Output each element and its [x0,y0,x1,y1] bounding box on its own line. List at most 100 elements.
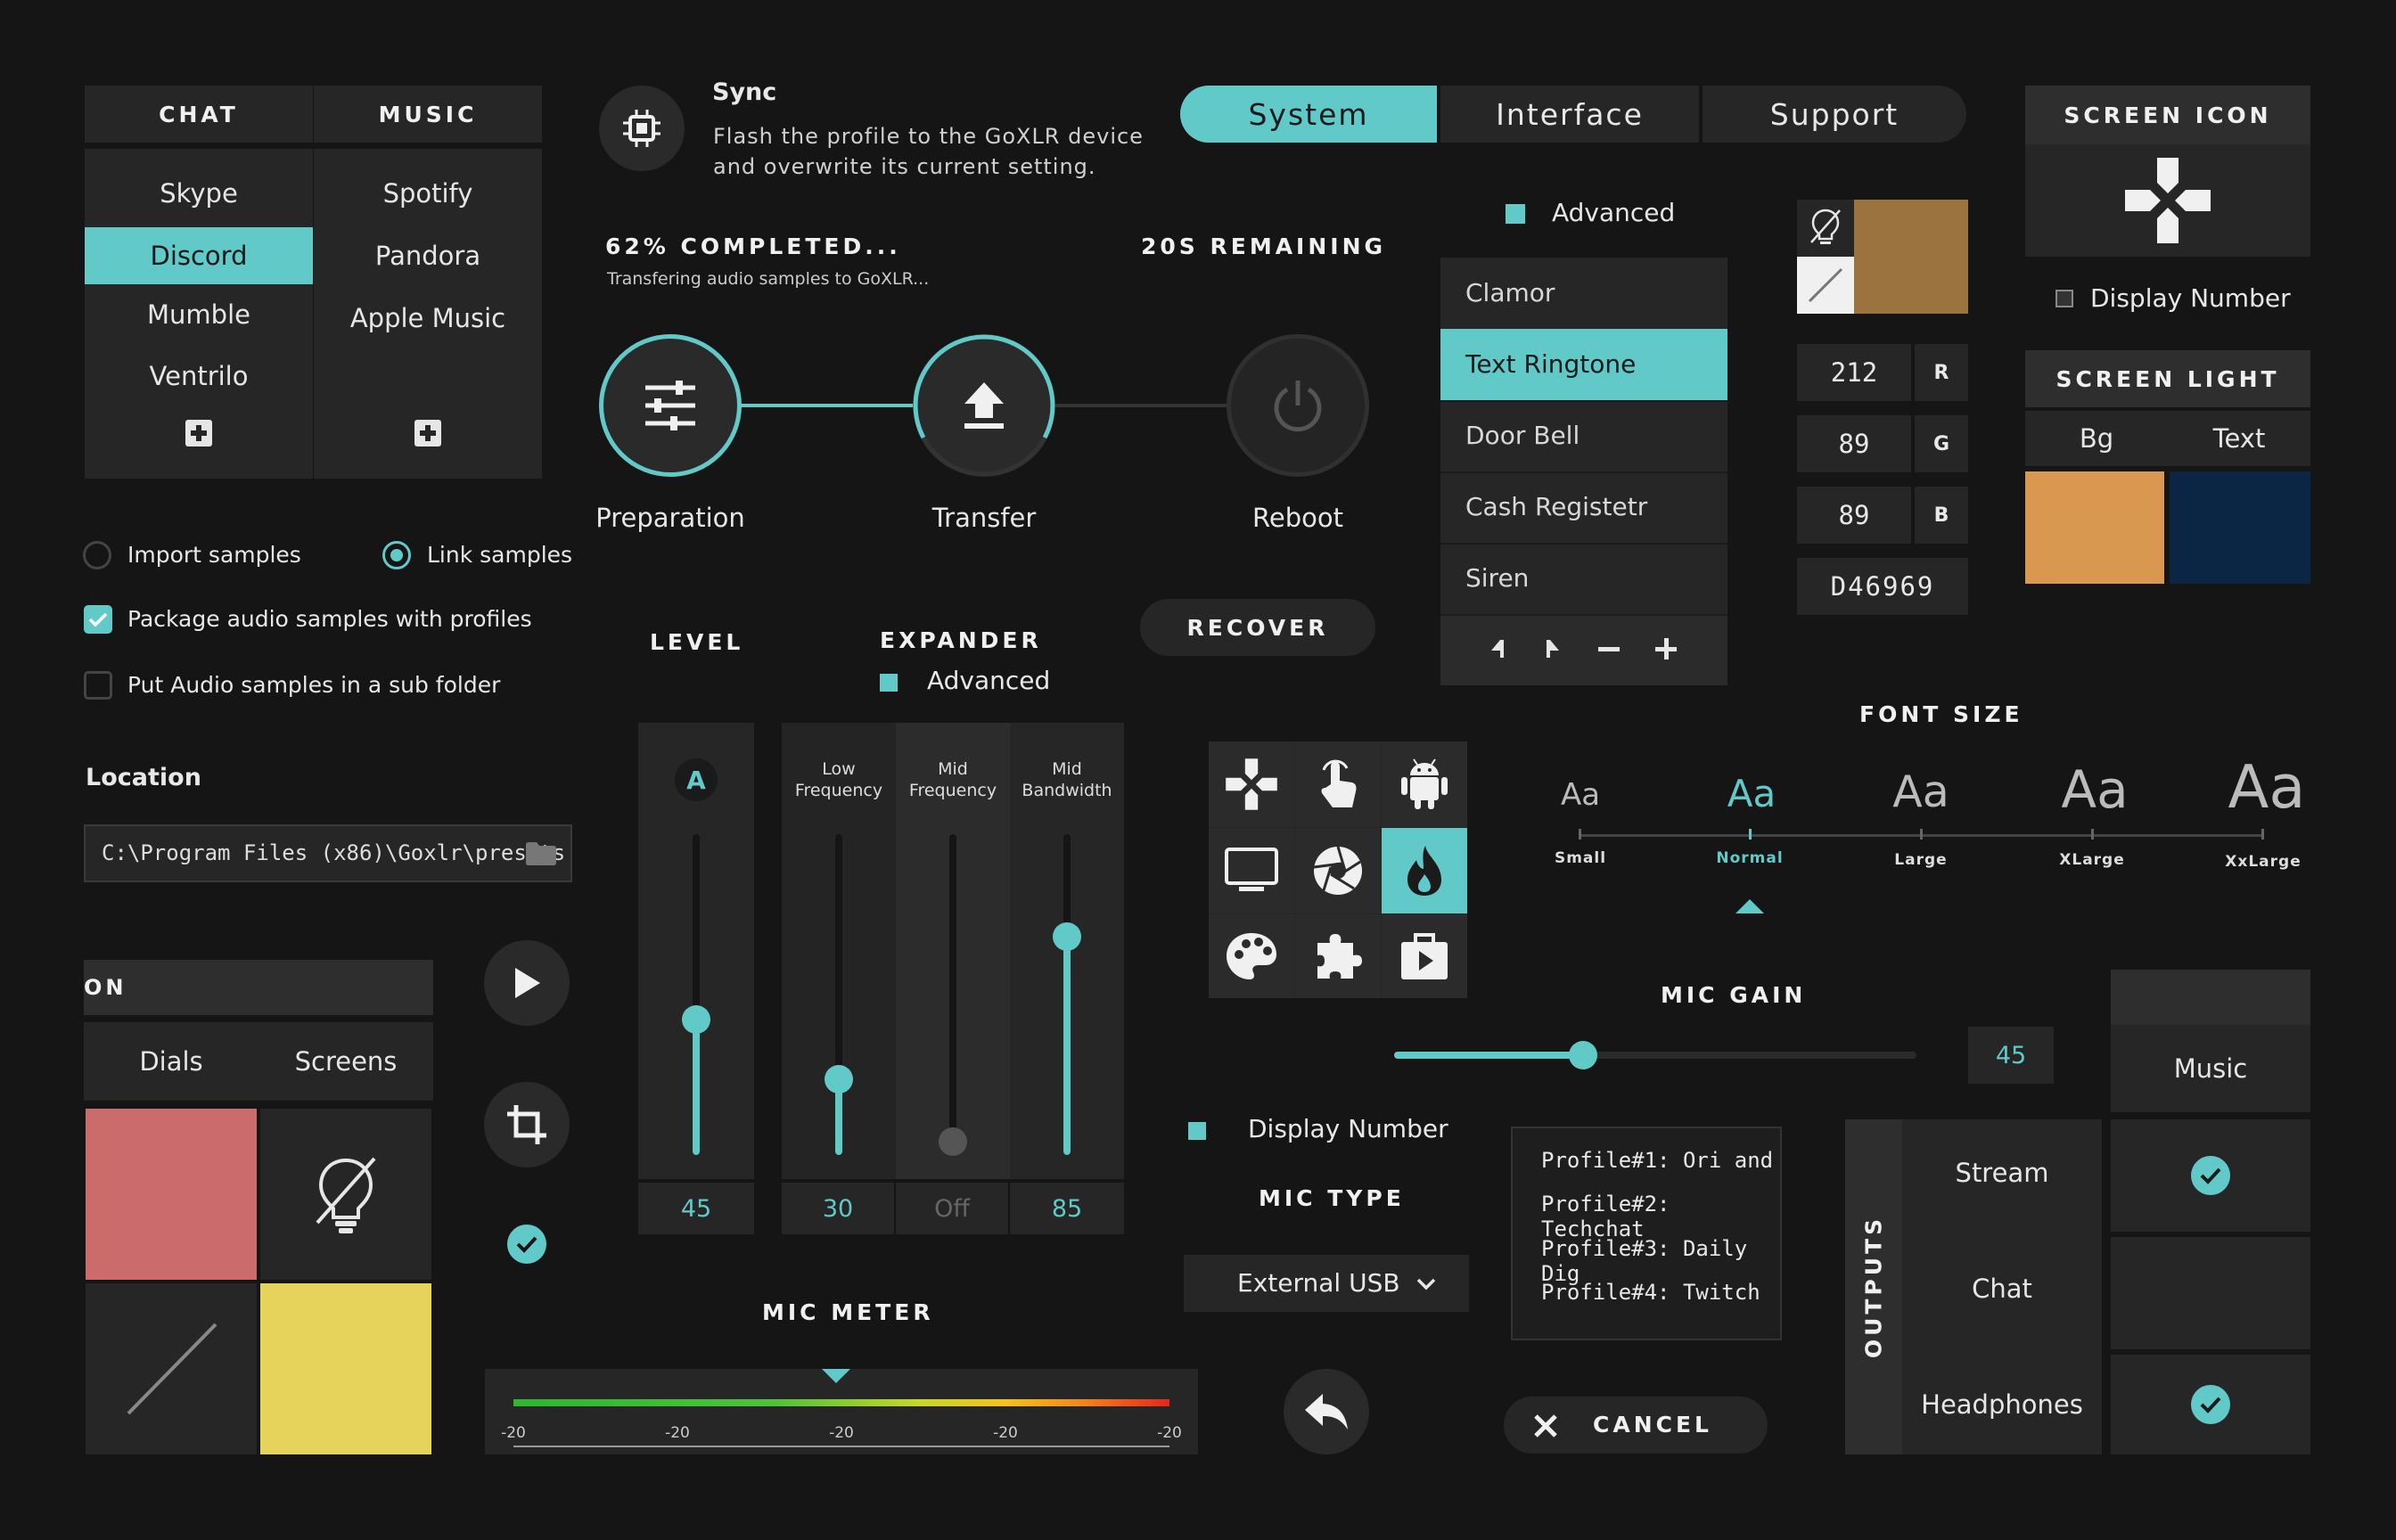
tab-text[interactable]: Text [2168,411,2310,466]
sound-item-text-ringtone[interactable]: Text Ringtone [1465,329,1636,400]
chat-header[interactable]: CHAT [85,86,313,143]
cancel-button[interactable]: CANCEL [1504,1397,1768,1454]
level-title: LEVEL [650,629,744,655]
tab-dials[interactable]: Dials [84,1022,258,1101]
music-item-spotify[interactable]: Spotify [314,167,542,220]
current-color-swatch[interactable] [1854,200,1968,314]
folder-icon[interactable] [526,842,556,869]
transparent-swatch[interactable] [86,1283,257,1454]
tab-interface[interactable]: Interface [1440,86,1699,143]
profile-item[interactable]: Profile#1: Ori and [1541,1148,1773,1173]
touch-icon[interactable] [1295,741,1381,827]
flame-icon[interactable] [1382,828,1467,913]
output-chat-toggle[interactable] [2111,1237,2310,1349]
no-light-tile[interactable] [260,1109,431,1280]
hex-value-input[interactable]: D46969 [1797,558,1968,615]
output-headphones-toggle[interactable] [2111,1355,2310,1454]
band-thumb[interactable] [825,1065,853,1094]
undo-button[interactable] [1284,1369,1369,1454]
band-track[interactable] [949,834,956,1155]
music-item-pandora[interactable]: Pandora [314,229,542,283]
package-checkbox[interactable] [84,605,112,634]
confirm-check-button[interactable] [507,1225,546,1264]
band-thumb[interactable] [939,1127,967,1156]
prev-icon[interactable] [1483,635,1510,662]
location-input[interactable]: C:\Program Files (x86)\Goxlr\presets [84,824,572,882]
font-sample-xlarge[interactable]: Aa [2050,759,2139,820]
display-number-checkbox-2[interactable] [1188,1122,1206,1140]
slash-icon [1808,267,1843,303]
font-sample-xxlarge[interactable]: Aa [2218,752,2316,822]
band-thumb[interactable] [1053,922,1081,951]
import-samples-radio[interactable] [83,541,111,569]
tab-bg[interactable]: Bg [2025,411,2168,466]
output-stream-toggle[interactable] [2111,1119,2310,1232]
next-icon[interactable] [1540,635,1567,662]
bulb-off-icon[interactable] [1797,200,1854,257]
font-sample-large[interactable]: Aa [1885,766,1957,817]
tab-screens[interactable]: Screens [258,1022,433,1101]
sound-item-door-bell[interactable]: Door Bell [1465,400,1580,471]
band-mid-value[interactable]: Off [896,1183,1008,1234]
mic-gain-value[interactable]: 45 [1968,1027,2054,1084]
section-header-text: ON [84,975,127,1000]
monitor-icon[interactable] [1209,828,1294,913]
r-value-input[interactable]: 212 [1797,344,1911,401]
sound-item-cash-register[interactable]: Cash Registetr [1465,471,1647,543]
advanced-checkbox[interactable] [1506,204,1525,224]
chat-item-mumble[interactable]: Mumble [85,288,313,341]
bg-color-swatch[interactable] [2025,471,2164,584]
puzzle-icon[interactable] [1295,914,1381,998]
crop-button[interactable] [484,1082,570,1167]
link-samples-radio[interactable] [382,541,411,569]
band-bandwidth-value[interactable]: 85 [1010,1183,1124,1234]
android-icon[interactable] [1382,741,1467,827]
mic-meter-tick: -20 [501,1424,526,1442]
chip-icon [599,86,685,171]
subfolder-checkbox[interactable] [84,671,112,700]
tab-support[interactable]: Support [1703,86,1966,143]
display-number-checkbox[interactable] [2055,290,2073,307]
profile-item[interactable]: Profile#2: Techchat [1541,1192,1780,1241]
gamepad-icon[interactable] [1209,741,1294,827]
sound-list: Clamor Text Ringtone Door Bell Cash Regi… [1440,258,1727,685]
minus-icon[interactable] [1596,635,1622,662]
font-sample-normal[interactable]: Aa [1720,772,1783,815]
level-value[interactable]: 45 [638,1183,754,1234]
palette-icon[interactable] [1209,914,1294,998]
profile-item[interactable]: Profile#3: Daily Dig [1541,1236,1780,1286]
add-music-icon[interactable] [414,419,442,447]
aperture-icon[interactable] [1295,828,1381,913]
recover-button[interactable]: RECOVER [1140,599,1375,656]
text-color-swatch[interactable] [2170,471,2310,584]
color-swatch-pink[interactable] [86,1109,257,1280]
chat-item-discord[interactable]: Discord [85,227,313,284]
transparent-color-option[interactable] [1797,257,1854,314]
plus-icon[interactable] [1653,635,1679,662]
chat-item-ventrilo[interactable]: Ventrilo [85,349,313,403]
sound-item-selected-bg[interactable]: Text Ringtone [1440,329,1727,400]
g-value-input[interactable]: 89 [1797,415,1911,472]
chat-item-skype[interactable]: Skype [85,167,313,220]
expander-advanced-checkbox[interactable] [880,674,898,692]
level-badge: A [675,758,718,801]
sound-item-clamor[interactable]: Clamor [1465,258,1555,329]
add-chat-icon[interactable] [185,419,213,447]
level-thumb[interactable] [682,1005,710,1034]
play-button[interactable] [484,940,570,1026]
profile-item[interactable]: Profile#4: Twitch [1541,1280,1760,1305]
music-item-apple-music[interactable]: Apple Music [314,291,542,345]
band-low-value[interactable]: 30 [782,1183,894,1234]
mic-gain-thumb[interactable] [1569,1041,1597,1069]
video-bag-icon[interactable] [1382,914,1467,998]
display-number-label-2: Display Number [1248,1114,1448,1143]
color-swatch-yellow[interactable] [260,1283,431,1454]
import-samples-label: Import samples [127,542,301,568]
tab-system[interactable]: System [1180,86,1437,143]
screen-icon-preview[interactable] [2025,144,2310,257]
b-value-input[interactable]: 89 [1797,487,1911,544]
font-sample-small[interactable]: Aa [1558,777,1603,813]
music-header[interactable]: MUSIC [314,86,542,143]
mic-type-select[interactable]: External USB [1184,1255,1469,1312]
sound-item-siren[interactable]: Siren [1465,543,1529,614]
